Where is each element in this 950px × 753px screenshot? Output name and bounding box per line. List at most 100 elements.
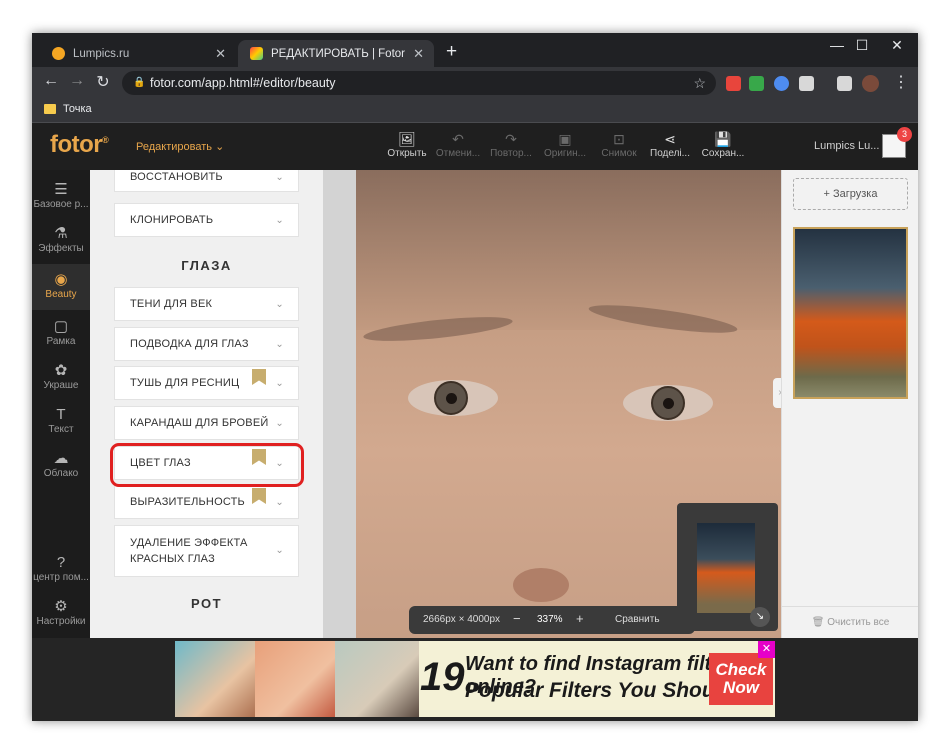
share-button[interactable]: ⋖ Поделі...	[647, 131, 693, 159]
rail-item-beauty[interactable]: ◉ Beauty	[32, 264, 90, 310]
frame-icon: ▢	[53, 318, 69, 335]
ad-close-icon[interactable]: ✕	[758, 641, 775, 658]
rail-item-basic[interactable]: ☰ Базовое р...	[32, 180, 90, 210]
upload-button[interactable]: + Загрузка	[793, 178, 908, 210]
beauty-panel: ВОССТАНОВИТЬ ⌄ КЛОНИРОВАТЬ ⌄ ГЛАЗА ТЕНИ ДЛ…	[90, 170, 323, 638]
browser-window: Lumpics.ru ✕ РЕДАКТИРОВАТЬ | Fotor ✕ + —…	[32, 33, 918, 721]
forward-icon[interactable]: →	[66, 72, 88, 90]
chevron-down-icon: ⌄	[275, 377, 284, 389]
nose-area	[513, 568, 569, 602]
rail-label: Beauty	[45, 289, 77, 300]
rail-item-text[interactable]: T Текст	[32, 405, 90, 435]
expressiveness-item[interactable]: ВЫРАЗИТЕЛЬНОСТЬ ⌄	[114, 485, 299, 519]
tab-lumpics[interactable]: Lumpics.ru ✕	[40, 40, 236, 67]
rail-item-decorations[interactable]: ✿ Украше	[32, 361, 90, 391]
trash-icon: 🗑	[811, 617, 825, 628]
chevron-down-icon: ⌄	[275, 171, 284, 183]
eyeshadow-item[interactable]: ТЕНИ ДЛЯ ВЕК ⌄	[114, 287, 299, 321]
ext-red-icon[interactable]	[726, 76, 741, 91]
clear-all-button[interactable]: 🗑 Очистить все	[782, 606, 918, 628]
bookmarks-bar: Точка	[32, 99, 918, 123]
maximize-icon[interactable]: ☐	[847, 37, 877, 54]
tab-strip: Lumpics.ru ✕ РЕДАКТИРОВАТЬ | Fotor ✕ + —…	[32, 33, 918, 67]
undo-button[interactable]: ↶ Отмени...	[435, 131, 481, 159]
compare-button[interactable]: Сравнить	[615, 614, 660, 625]
item-label: КЛОНИРОВАТЬ	[130, 214, 214, 226]
ad-bar: 19 Want to find Instagram filters online…	[32, 638, 918, 721]
right-eye	[623, 385, 713, 421]
eyeliner-item[interactable]: ПОДВОДКА ДЛЯ ГЛАЗ ⌄	[114, 327, 299, 361]
logo-text: fotor	[50, 131, 103, 158]
zoom-in-icon[interactable]: +	[576, 611, 584, 626]
clone-item[interactable]: КЛОНИРОВАТЬ ⌄	[114, 203, 299, 237]
bookmark-folder[interactable]: Точка	[44, 103, 92, 115]
rail-item-cloud[interactable]: ☁ Облако	[32, 449, 90, 479]
rail-item-frame[interactable]: ▢ Рамка	[32, 317, 90, 347]
rail-label: Эффекты	[38, 243, 84, 254]
original-button[interactable]: ▣ Оригин...	[542, 131, 588, 159]
expand-icon[interactable]: ↘	[750, 607, 770, 627]
snapshot-button[interactable]: ⊡ Снимок	[596, 131, 642, 159]
edit-menu-label: Редактировать	[136, 141, 212, 153]
cta-line: Now	[723, 678, 759, 697]
item-label: ТУШЬ ДЛЯ РЕСНИЦ	[130, 377, 240, 389]
rail-label: Текст	[48, 424, 74, 435]
save-button[interactable]: 💾 Сохран...	[700, 131, 746, 159]
cta-line: Check	[715, 660, 767, 679]
notification-badge[interactable]: 3	[897, 127, 912, 142]
lock-icon: 🔒	[133, 77, 146, 88]
user-name[interactable]: Lumpics Lu...	[814, 140, 879, 152]
star-icon[interactable]: ☆	[693, 71, 706, 95]
open-image-icon: 🖼	[398, 131, 416, 147]
brow-pencil-item[interactable]: КАРАНДАШ ДЛЯ БРОВЕЙ ⌄	[114, 406, 299, 440]
address-bar[interactable]: 🔒 fotor.com/app.html#/editor/beauty ☆	[122, 71, 716, 95]
premium-badge-icon	[252, 488, 266, 504]
left-rail: ☰ Базовое р... ⚗ Эффекты ◉ Beauty ▢ Рамка ✿ У…	[32, 170, 90, 638]
rail-item-help[interactable]: ? центр пом...	[32, 553, 90, 583]
section-mouth: РОТ	[190, 596, 223, 611]
decoration-icon: ✿	[54, 362, 68, 379]
reload-icon[interactable]: ↻	[92, 72, 114, 92]
ext-check-icon[interactable]	[749, 76, 764, 91]
profile-avatar[interactable]	[862, 75, 879, 92]
ext-music-icon[interactable]	[837, 76, 852, 91]
red-eye-item[interactable]: УДАЛЕНИЕ ЭФФЕКТА КРАСНЫХ ГЛАЗ ⌄	[114, 525, 299, 577]
ad-banner[interactable]: 19 Want to find Instagram filters online…	[175, 641, 775, 717]
redo-icon: ↷	[505, 131, 517, 147]
cloud-icon: ☁	[53, 450, 69, 467]
ad-image	[335, 641, 419, 717]
close-window-icon[interactable]: ✕	[882, 37, 912, 54]
rail-item-settings[interactable]: ⚙ Настройки	[32, 597, 90, 627]
text-icon: T	[56, 406, 66, 423]
back-icon[interactable]: ←	[40, 72, 62, 90]
plus-icon: +	[823, 188, 830, 200]
clear-all-label: Очистить все	[827, 617, 890, 628]
restore-item[interactable]: ВОССТАНОВИТЬ ⌄	[114, 170, 299, 192]
edit-menu-button[interactable]: Редактировать ⌄	[136, 140, 224, 153]
zoom-level: 337%	[537, 614, 563, 625]
mascara-item[interactable]: ТУШЬ ДЛЯ РЕСНИЦ ⌄	[114, 366, 299, 400]
rail-item-effects[interactable]: ⚗ Эффекты	[32, 224, 90, 254]
item-label: ВОССТАНОВИТЬ	[130, 171, 223, 183]
pupil	[446, 393, 457, 404]
new-tab-icon[interactable]: +	[446, 41, 457, 63]
close-tab-icon[interactable]: ✕	[413, 46, 424, 62]
ext-globe-icon[interactable]	[774, 76, 789, 91]
close-tab-icon[interactable]: ✕	[215, 46, 226, 62]
open-button[interactable]: 🖼 Открыть	[384, 131, 430, 159]
tab-fotor[interactable]: РЕДАКТИРОВАТЬ | Fotor ✕	[238, 40, 434, 67]
navigator-image	[697, 523, 755, 613]
ext-cube-icon[interactable]	[799, 76, 814, 91]
fotor-favicon-icon	[250, 47, 263, 60]
tool-label: Оригин...	[543, 148, 587, 159]
tool-label: Сохран...	[701, 148, 745, 159]
menu-dots-icon[interactable]: ⋮	[890, 72, 912, 92]
photo-thumbnail[interactable]	[793, 227, 908, 399]
ad-cta-button[interactable]: Check Now	[709, 653, 773, 705]
chevron-down-icon: ⌄	[275, 338, 284, 350]
browser-toolbar: ← → ↻ 🔒 fotor.com/app.html#/editor/beaut…	[32, 67, 918, 99]
redo-button[interactable]: ↷ Повтор...	[488, 131, 534, 159]
tool-label: Отмени...	[435, 148, 481, 159]
fotor-logo[interactable]: fotor®	[50, 131, 109, 159]
zoom-out-icon[interactable]: −	[513, 611, 521, 626]
